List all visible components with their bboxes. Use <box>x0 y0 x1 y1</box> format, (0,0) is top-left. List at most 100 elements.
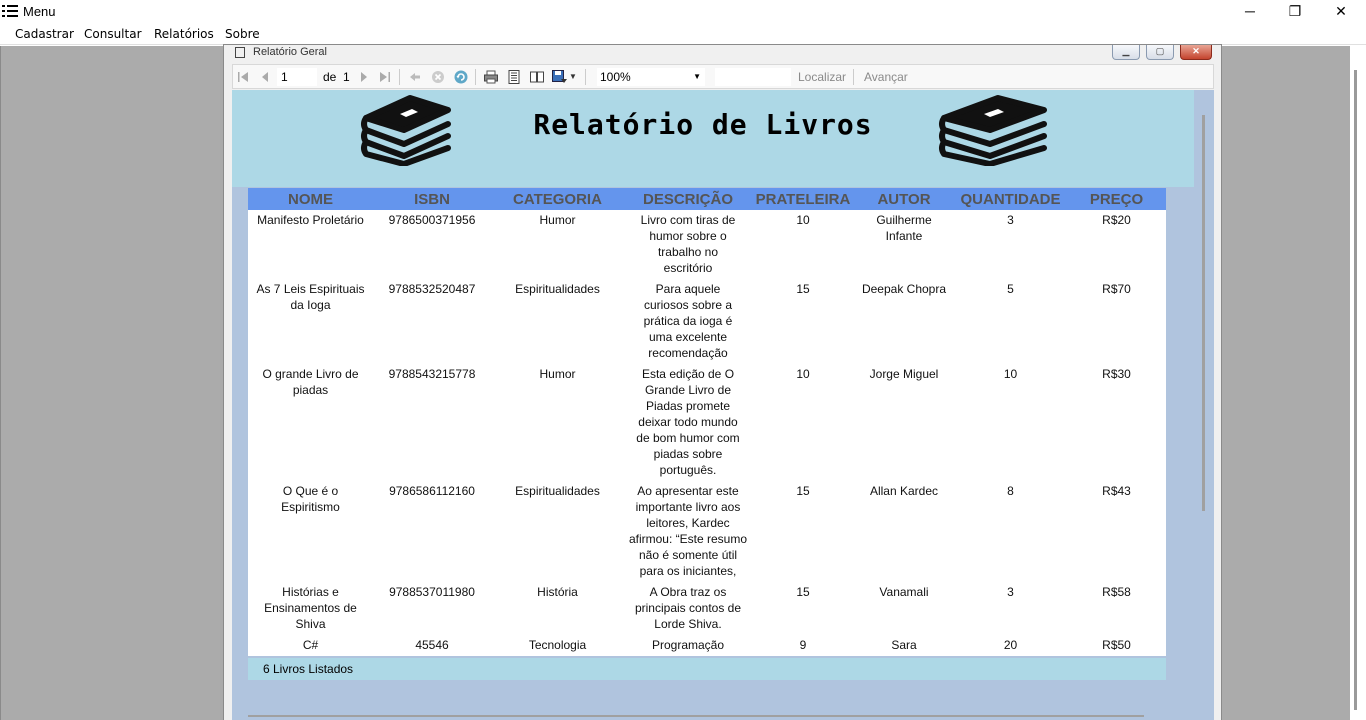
report-footer: 6 Livros Listados <box>248 658 1166 680</box>
column-header: QUANTIDADE <box>954 188 1067 210</box>
find-input[interactable] <box>715 68 791 86</box>
menu-icon <box>2 5 18 17</box>
table-row: C# 45546 Tecnologia Programação 9 Sara 2… <box>248 635 1166 656</box>
page-number-input[interactable]: 1 <box>277 68 317 86</box>
export-icon[interactable] <box>551 69 567 85</box>
cell-descricao: Livro com tiras de humor sobre o trabalh… <box>624 210 752 279</box>
table-row: Manifesto Proletário 9786500371956 Humor… <box>248 210 1166 279</box>
cell-categoria: Espiritualidades <box>491 279 624 364</box>
child-minimize-button[interactable]: ▁ <box>1112 45 1140 60</box>
report-window: Relatório Geral ▁ ▢ ✕ 1 de 1 ▼ 100% ▼ Lo… <box>223 44 1222 720</box>
cell-descricao: Esta edição de O Grande Livro de Piadas … <box>624 364 752 481</box>
cell-prateleira: 10 <box>752 364 854 481</box>
minimize-button[interactable]: ─ <box>1227 0 1273 22</box>
scrollbar-thumb[interactable] <box>1354 70 1357 710</box>
column-header: PRATELEIRA <box>752 188 854 210</box>
cell-categoria: Humor <box>491 210 624 279</box>
cell-isbn: 9786586112160 <box>373 481 491 582</box>
cell-autor: Guilherme Infante <box>854 210 954 279</box>
cell-descricao: Ao apresentar este importante livro aos … <box>624 481 752 582</box>
mdi-area: Relatório Geral ▁ ▢ ✕ 1 de 1 ▼ 100% ▼ Lo… <box>0 44 1366 720</box>
menu-cadastrar[interactable]: Cadastrar <box>15 27 74 41</box>
report-horizontal-scrollbar[interactable] <box>248 715 1144 717</box>
app-title: Menu <box>23 4 56 19</box>
table-row: As 7 Leis Espirituais da Ioga 9788532520… <box>248 279 1166 364</box>
column-header: CATEGORIA <box>491 188 624 210</box>
table-header-row: NOME ISBN CATEGORIA DESCRIÇÃO PRATELEIRA… <box>248 188 1166 210</box>
books-icon <box>939 95 1047 166</box>
zoom-value: 100% <box>600 70 631 84</box>
cell-quantidade: 3 <box>954 582 1067 635</box>
export-dropdown-icon[interactable]: ▼ <box>569 69 577 85</box>
cell-autor: Jorge Miguel <box>854 364 954 481</box>
cell-prateleira: 10 <box>752 210 854 279</box>
page-total: 1 <box>343 70 350 84</box>
cell-nome: O Que é o Espiritismo <box>248 481 373 582</box>
zoom-select[interactable]: 100% ▼ <box>597 68 705 86</box>
cell-autor: Sara <box>854 635 954 656</box>
cell-quantidade: 5 <box>954 279 1067 364</box>
cell-nome: Manifesto Proletário <box>248 210 373 279</box>
cell-prateleira: 15 <box>752 279 854 364</box>
cell-preco: R$43 <box>1067 481 1166 582</box>
cell-quantidade: 8 <box>954 481 1067 582</box>
cell-quantidade: 3 <box>954 210 1067 279</box>
report-viewport: Relatório de Livros NOME ISBN CATEGORIA … <box>232 90 1214 720</box>
cell-categoria: Tecnologia <box>491 635 624 656</box>
cell-isbn: 45546 <box>373 635 491 656</box>
print-layout-icon[interactable] <box>506 69 522 85</box>
back-icon[interactable] <box>407 69 423 85</box>
cell-categoria: Humor <box>491 364 624 481</box>
cell-autor: Deepak Chopra <box>854 279 954 364</box>
child-maximize-button[interactable]: ▢ <box>1146 45 1174 60</box>
close-button[interactable]: ✕ <box>1318 0 1364 22</box>
page-setup-icon[interactable] <box>529 69 545 85</box>
books-table: NOME ISBN CATEGORIA DESCRIÇÃO PRATELEIRA… <box>248 188 1166 680</box>
child-close-button[interactable]: ✕ <box>1180 45 1212 60</box>
menu-bar: Cadastrar Consultar Relatórios Sobre <box>0 23 1366 45</box>
cell-prateleira: 15 <box>752 481 854 582</box>
cell-quantidade: 20 <box>954 635 1067 656</box>
next-find-button[interactable]: Avançar <box>864 70 908 84</box>
menu-consultar[interactable]: Consultar <box>84 27 142 41</box>
print-icon[interactable] <box>483 69 499 85</box>
cell-nome: Histórias e Ensinamentos de Shiva <box>248 582 373 635</box>
cell-isbn: 9788532520487 <box>373 279 491 364</box>
chevron-down-icon: ▼ <box>693 72 701 81</box>
next-page-icon[interactable] <box>356 69 372 85</box>
last-page-icon[interactable] <box>377 69 393 85</box>
previous-page-icon[interactable] <box>257 69 273 85</box>
find-button[interactable]: Localizar <box>798 70 846 84</box>
table-row: O grande Livro de piadas 9788543215778 H… <box>248 364 1166 481</box>
cell-isbn: 9788543215778 <box>373 364 491 481</box>
cell-preco: R$58 <box>1067 582 1166 635</box>
report-window-titlebar: Relatório Geral ▁ ▢ ✕ <box>224 45 1221 61</box>
column-header: ISBN <box>373 188 491 210</box>
cell-categoria: Espiritualidades <box>491 481 624 582</box>
cell-isbn: 9788537011980 <box>373 582 491 635</box>
refresh-icon[interactable] <box>453 69 469 85</box>
menu-sobre[interactable]: Sobre <box>225 27 260 41</box>
cell-descricao: A Obra traz os principais contos de Lord… <box>624 582 752 635</box>
report-toolbar: 1 de 1 ▼ 100% ▼ Localizar Avançar <box>232 64 1214 89</box>
cell-nome: C# <box>248 635 373 656</box>
cell-prateleira: 15 <box>752 582 854 635</box>
main-vertical-scrollbar[interactable] <box>1350 46 1366 720</box>
cell-prateleira: 9 <box>752 635 854 656</box>
cell-nome: As 7 Leis Espirituais da Ioga <box>248 279 373 364</box>
stop-icon[interactable] <box>430 69 446 85</box>
cell-preco: R$30 <box>1067 364 1166 481</box>
menu-relatorios[interactable]: Relatórios <box>154 27 214 41</box>
report-window-title: Relatório Geral <box>253 46 327 58</box>
report-vertical-scrollbar[interactable] <box>1202 115 1205 511</box>
cell-autor: Vanamali <box>854 582 954 635</box>
first-page-icon[interactable] <box>235 69 251 85</box>
report-icon <box>235 47 245 58</box>
cell-autor: Allan Kardec <box>854 481 954 582</box>
cell-descricao: Para aquele curiosos sobre a prática da … <box>624 279 752 364</box>
cell-preco: R$70 <box>1067 279 1166 364</box>
maximize-button[interactable]: ❐ <box>1272 0 1318 22</box>
cell-preco: R$50 <box>1067 635 1166 656</box>
cell-descricao: Programação <box>624 635 752 656</box>
cell-categoria: História <box>491 582 624 635</box>
